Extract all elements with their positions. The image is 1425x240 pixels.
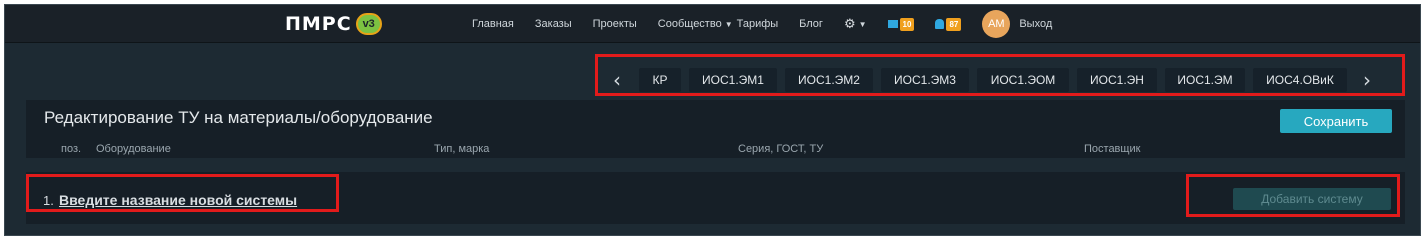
logo-text: ПМРС: [285, 13, 352, 35]
notifications-button[interactable]: 87: [935, 17, 962, 31]
highlight-system-name: [26, 174, 339, 212]
nav-home[interactable]: Главная: [472, 18, 514, 30]
chevron-down-icon: ▼: [724, 19, 733, 29]
column-header-supplier: Поставщик: [1084, 143, 1141, 155]
column-header-position: поз.: [61, 143, 82, 155]
nav-tariffs[interactable]: Тарифы: [737, 18, 779, 30]
logout-link[interactable]: Выход: [1019, 18, 1052, 30]
column-header-type: Тип, марка: [434, 143, 490, 155]
messages-button[interactable]: 10: [887, 17, 915, 31]
main-nav: Главная Заказы Проекты Сообщество ▼ Тари…: [472, 5, 1073, 43]
highlight-tabs: [595, 54, 1405, 96]
messages-count-badge: 10: [899, 17, 915, 31]
version-badge: v3: [355, 13, 382, 35]
column-header-series: Серия, ГОСТ, ТУ: [738, 143, 824, 155]
top-navbar: ПМРС v3 Главная Заказы Проекты Сообществ…: [5, 5, 1420, 43]
page-title: Редактирование ТУ на материалы/оборудова…: [44, 108, 433, 127]
avatar[interactable]: AM: [982, 10, 1011, 38]
bell-icon: [935, 19, 945, 29]
save-button[interactable]: Сохранить: [1280, 109, 1392, 133]
nav-blog[interactable]: Блог: [799, 18, 823, 30]
nav-orders[interactable]: Заказы: [535, 18, 572, 30]
settings-menu[interactable]: ⚙ ▼: [844, 16, 867, 32]
nav-community-label: Сообщество: [657, 18, 722, 30]
gear-icon: ⚙: [843, 16, 856, 31]
chevron-down-icon: ▼: [858, 19, 867, 29]
highlight-add-button: [1186, 174, 1400, 217]
nav-projects[interactable]: Проекты: [593, 18, 637, 30]
column-header-equipment: Оборудование: [96, 143, 171, 155]
logo[interactable]: ПМРС v3: [285, 12, 382, 36]
editor-header-panel: Редактирование ТУ на материалы/оборудова…: [26, 100, 1405, 158]
notifications-count-badge: 87: [946, 17, 962, 31]
nav-community[interactable]: Сообщество ▼: [658, 18, 733, 30]
message-flag-icon: [887, 20, 898, 28]
